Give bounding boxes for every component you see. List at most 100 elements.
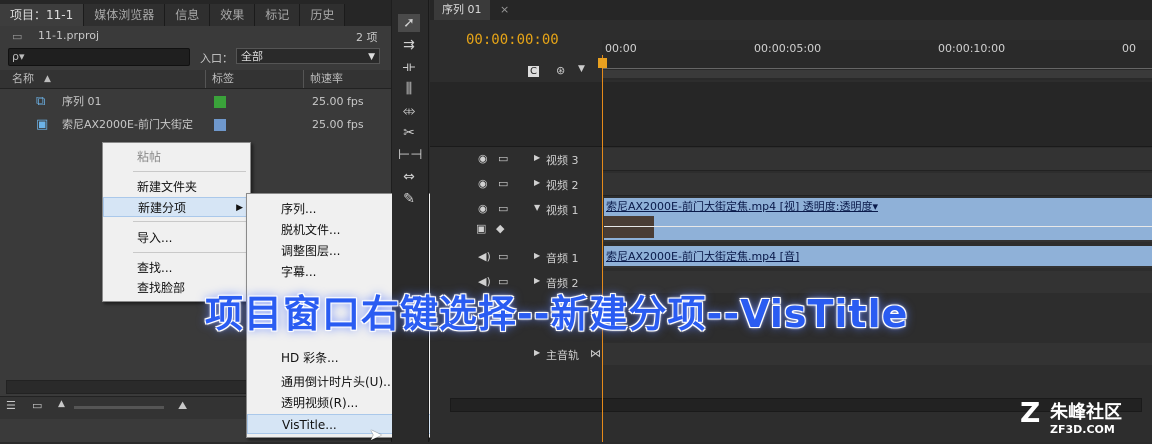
- lock-icon[interactable]: ▭: [498, 202, 508, 215]
- expand-icon[interactable]: ▶: [534, 153, 540, 162]
- tab-media-browser[interactable]: 媒体浏览器: [84, 4, 166, 26]
- slide-tool-icon[interactable]: ⇔: [398, 168, 420, 186]
- icon-view-icon[interactable]: ▭: [32, 399, 42, 412]
- video-clip[interactable]: 索尼AX2000E-前门大街定焦.mp4 [视] 透明度:透明度▾: [604, 198, 1152, 240]
- opacity-line[interactable]: [604, 226, 1152, 227]
- project-file-name: 11-1.prproj: [38, 29, 100, 42]
- eye-icon[interactable]: ◉: [478, 177, 488, 190]
- list-view-icon[interactable]: ☰: [6, 399, 16, 412]
- ripple-edit-tool-icon[interactable]: ⟛: [398, 58, 420, 76]
- column-label[interactable]: 标签: [205, 70, 234, 88]
- track-name: 主音轨: [546, 349, 579, 362]
- rolling-edit-tool-icon[interactable]: ⫼: [398, 80, 420, 98]
- column-name[interactable]: 名称: [12, 70, 34, 88]
- entry-dropdown[interactable]: 全部 ▼: [236, 48, 380, 64]
- display-style-icon[interactable]: ▣: [476, 222, 486, 235]
- clip-label: 索尼AX2000E-前门大街定焦.mp4 [音]: [606, 250, 800, 263]
- speaker-icon[interactable]: ◀): [478, 250, 491, 263]
- menu-item-label: 新建分项: [138, 201, 187, 215]
- lock-icon[interactable]: ▭: [498, 152, 508, 165]
- slip-tool-icon[interactable]: ⊢⊣: [398, 146, 422, 164]
- video-clip-icon: ▣: [36, 117, 49, 132]
- tab-info[interactable]: 信息: [165, 4, 211, 26]
- ruler-ticks: [602, 56, 1152, 69]
- work-area-bar[interactable]: [602, 70, 1152, 78]
- track-lane-master[interactable]: [602, 343, 1152, 365]
- tab-history[interactable]: 历史: [300, 4, 346, 26]
- ruler-label: 00: [1122, 42, 1136, 55]
- track-header-master[interactable]: ▶ 主音轨 ⋈: [470, 343, 602, 365]
- watermark-brand: 朱峰社区: [1050, 402, 1122, 423]
- track-header-audio-1[interactable]: ◀) ▭ ▶ 音频 1: [470, 246, 602, 268]
- time-ruler[interactable]: 00:00 00:00:05:00 00:00:10:00 00: [602, 40, 1152, 80]
- track-lane-video-3[interactable]: [602, 148, 1152, 171]
- column-headers: 名称 ▲ 标签 帧速率: [0, 70, 391, 89]
- eye-icon[interactable]: ◉: [478, 202, 488, 215]
- zoom-slider[interactable]: [74, 406, 164, 409]
- project-tabbar: 项目：11-1 媒体浏览器 信息 效果 标记 历史: [0, 0, 391, 26]
- item-framerate: 25.00 fps: [312, 118, 364, 131]
- sequence-tabbar: 序列 01 ×: [430, 0, 1152, 20]
- track-name: 视频 2: [546, 179, 579, 192]
- track-lane-video-1[interactable]: 索尼AX2000E-前门大街定焦.mp4 [视] 透明度:透明度▾: [602, 198, 1152, 242]
- label-color-swatch: [214, 119, 226, 131]
- column-framerate[interactable]: 帧速率: [303, 70, 343, 88]
- ruler-label: 00:00:10:00: [938, 42, 1006, 55]
- collapse-icon[interactable]: ▼: [534, 203, 540, 212]
- track-lane-video-2[interactable]: [602, 173, 1152, 196]
- watermark-logo-icon: Z: [1020, 396, 1041, 429]
- track-lane-audio-1[interactable]: 索尼AX2000E-前门大街定焦.mp4 [音]: [602, 246, 1152, 268]
- file-icon: ▭: [12, 30, 23, 43]
- expand-icon[interactable]: ▶: [534, 178, 540, 187]
- audio-clip[interactable]: 索尼AX2000E-前门大街定焦.mp4 [音]: [604, 246, 1152, 266]
- selection-tool-icon[interactable]: ➚: [398, 14, 420, 32]
- rate-stretch-tool-icon[interactable]: ⤄: [398, 102, 420, 120]
- search-input[interactable]: ρ▾: [8, 48, 190, 66]
- ruler-label: 00:00: [605, 42, 637, 55]
- list-item[interactable]: ⧉ 序列 01 25.00 fps: [0, 91, 380, 113]
- item-count: 2 项: [356, 31, 378, 44]
- track-header-video-1[interactable]: ◉ ▭ ▼ 视频 1 ▣ ◆: [470, 198, 602, 242]
- add-marker-icon[interactable]: ▼: [578, 64, 585, 74]
- sequence-panel: 序列 01 × 00:00:00:00 C ⊛ ▼ 00:00 00:00:05…: [430, 0, 1152, 442]
- menu-item-import[interactable]: 导入...: [103, 228, 250, 248]
- snap-icon[interactable]: C: [528, 66, 539, 77]
- item-framerate: 25.00 fps: [312, 95, 364, 108]
- track-name: 视频 1: [546, 204, 579, 217]
- tab-effects[interactable]: 效果: [210, 4, 256, 26]
- track-name: 音频 1: [546, 252, 579, 265]
- tab-sequence[interactable]: 序列 01: [434, 0, 490, 20]
- tab-project[interactable]: 项目：11-1: [0, 4, 85, 26]
- track-header-video-3[interactable]: ◉ ▭ ▶ 视频 3: [470, 148, 602, 170]
- expand-icon[interactable]: ▶: [534, 251, 540, 260]
- watermark-url: ZF3D.COM: [1050, 423, 1115, 436]
- label-color-swatch: [214, 96, 226, 108]
- ruler-label: 00:00:05:00: [754, 42, 822, 55]
- playhead-handle[interactable]: [598, 58, 607, 68]
- menu-item-paste[interactable]: 粘帖: [103, 147, 250, 167]
- chevron-down-icon: ▼: [368, 52, 375, 62]
- eye-icon[interactable]: ◉: [478, 152, 488, 165]
- playhead[interactable]: [602, 55, 603, 442]
- menu-item-new-item[interactable]: 新建分项 ▶: [103, 197, 250, 217]
- marker-icon[interactable]: ⊛: [556, 64, 565, 77]
- expand-icon[interactable]: ▶: [534, 348, 540, 357]
- zoom-out-icon[interactable]: ▲: [58, 399, 65, 409]
- zoom-in-icon[interactable]: ⛰: [178, 399, 187, 413]
- track-select-tool-icon[interactable]: ⇉: [398, 36, 420, 54]
- sort-ascending-icon: ▲: [44, 74, 51, 84]
- lock-icon[interactable]: ▭: [498, 250, 508, 263]
- mouse-cursor-icon: ➤: [369, 425, 383, 444]
- lock-icon[interactable]: ▭: [498, 177, 508, 190]
- menu-item-new-bin[interactable]: 新建文件夹: [103, 177, 250, 197]
- close-icon[interactable]: ×: [500, 3, 509, 16]
- track-header-video-2[interactable]: ◉ ▭ ▶ 视频 2: [470, 173, 602, 195]
- timecode-display[interactable]: 00:00:00:00: [466, 32, 559, 48]
- menu-separator: [133, 171, 246, 172]
- list-item[interactable]: ▣ 索尼AX2000E-前门大街定 25.00 fps: [0, 114, 380, 136]
- tab-markers[interactable]: 标记: [255, 4, 301, 26]
- keyframe-icon[interactable]: ◆: [496, 222, 504, 235]
- razor-tool-icon[interactable]: ✂: [398, 124, 420, 142]
- menu-item-find[interactable]: 查找...: [103, 258, 250, 278]
- pen-tool-icon[interactable]: ✎: [398, 190, 420, 208]
